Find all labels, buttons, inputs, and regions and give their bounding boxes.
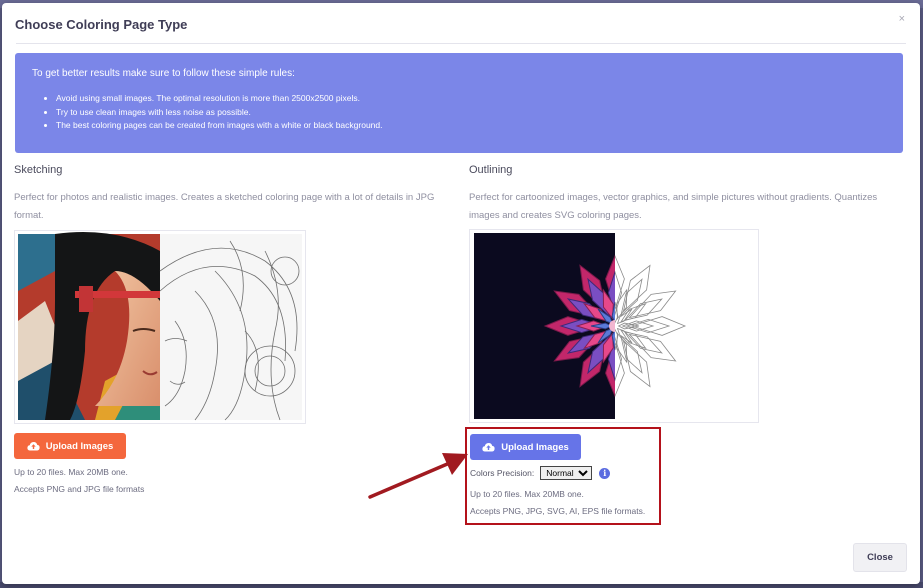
- sketching-upload-label: Upload Images: [45, 440, 114, 452]
- cloud-upload-icon: [482, 443, 495, 452]
- modal-title: Choose Coloring Page Type: [15, 17, 188, 32]
- rule-item: Try to use clean images with less noise …: [56, 106, 382, 120]
- info-icon[interactable]: i: [599, 467, 611, 479]
- annotation-arrow: [368, 453, 468, 499]
- outlining-note-limit: Up to 20 files. Max 20MB one.: [470, 489, 584, 499]
- sketching-file-note: Up to 20 files. Max 20MB one. Accepts PN…: [14, 464, 144, 497]
- sketching-upload-button[interactable]: Upload Images: [14, 433, 126, 459]
- header-divider: [16, 43, 906, 44]
- outlining-upload-label: Upload Images: [501, 441, 569, 453]
- outlining-upload-button[interactable]: Upload Images: [470, 434, 581, 460]
- cloud-upload-icon: [27, 442, 40, 451]
- sketching-title: Sketching: [14, 164, 63, 176]
- outlining-preview-image: [469, 229, 759, 423]
- close-button[interactable]: Close: [853, 543, 907, 572]
- colors-precision-select[interactable]: Normal: [540, 466, 593, 480]
- sketching-note-formats: Accepts PNG and JPG file formats: [14, 483, 145, 494]
- rule-item: Avoid using small images. The optimal re…: [56, 92, 382, 106]
- outlining-description: Perfect for cartoonized images, vector g…: [469, 192, 878, 221]
- outlining-section: Outlining Perfect for cartoonized images…: [469, 164, 889, 225]
- sketching-note-limit: Up to 20 files. Max 20MB one.: [14, 467, 128, 477]
- outlining-note-formats: Accepts PNG, JPG, SVG, AI, EPS file form…: [470, 505, 646, 516]
- sketching-preview-image: [14, 230, 306, 424]
- rule-item: The best coloring pages can be created f…: [56, 119, 382, 133]
- close-icon[interactable]: ×: [899, 13, 905, 25]
- rules-title: To get better results make sure to follo…: [32, 68, 295, 79]
- colors-precision-row: Colors Precision: Normal i: [470, 466, 611, 480]
- sketching-description: Perfect for photos and realistic images.…: [14, 192, 435, 221]
- outlining-title: Outlining: [469, 164, 513, 176]
- sketching-section: Sketching Perfect for photos and realist…: [14, 164, 454, 225]
- rules-info-box: To get better results make sure to follo…: [15, 53, 903, 153]
- rules-list: Avoid using small images. The optimal re…: [40, 92, 382, 133]
- outlining-file-note: Up to 20 files. Max 20MB one. Accepts PN…: [470, 486, 645, 519]
